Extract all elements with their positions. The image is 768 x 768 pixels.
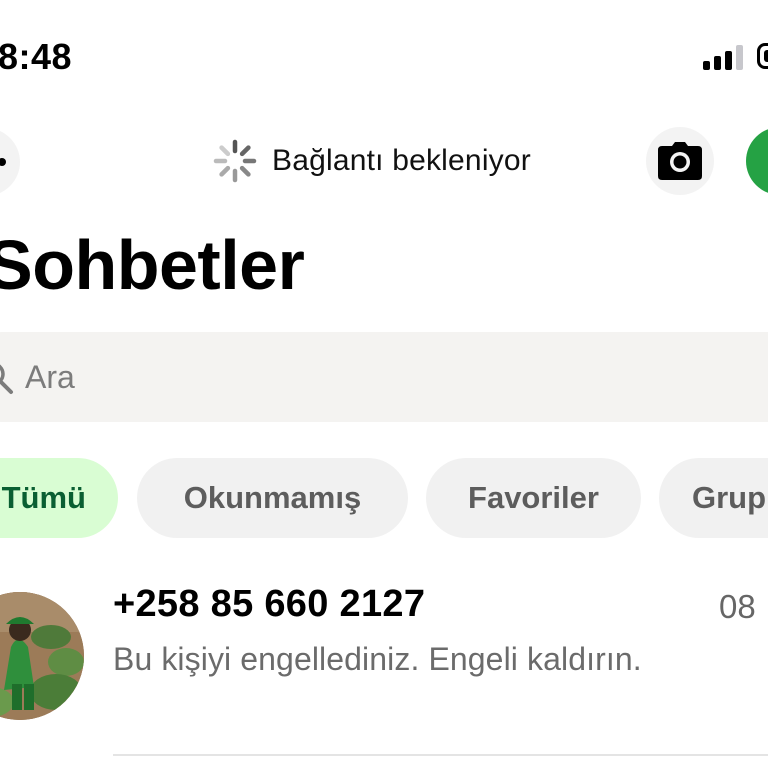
cellular-signal-icon: [703, 44, 743, 70]
camera-icon: [658, 142, 702, 180]
new-chat-button[interactable]: [746, 127, 768, 195]
chat-divider: [113, 754, 768, 756]
battery-icon: [757, 43, 768, 69]
more-options-button[interactable]: [0, 128, 20, 196]
filter-chip-groups[interactable]: Grup: [659, 458, 768, 538]
chats-screen: 8:48 Bağlantı bekleniyor Sohbetler Ara T…: [0, 0, 768, 768]
connection-status-text: Bağlantı bekleniyor: [272, 144, 531, 177]
status-time: 8:48: [0, 36, 73, 77]
connection-status: Bağlantı bekleniyor: [212, 138, 531, 184]
avatar-photo: [0, 592, 84, 720]
filter-chip-all[interactable]: Tümü: [0, 458, 118, 538]
search-input[interactable]: [25, 332, 625, 422]
filter-chip-favorites[interactable]: Favoriler: [426, 458, 641, 538]
filter-chip-unread[interactable]: Okunmamış: [137, 458, 408, 538]
page-title: Sohbetler: [0, 226, 305, 304]
camera-button[interactable]: [646, 127, 714, 195]
chat-timestamp: 08: [719, 588, 756, 625]
search-icon: [0, 364, 13, 394]
more-icon: [0, 158, 6, 166]
chat-name: +258 85 660 2127: [113, 583, 426, 625]
chat-list-item[interactable]: +258 85 660 2127 08 Bu kişiyi engelledin…: [0, 580, 768, 755]
search-bar[interactable]: [0, 332, 768, 422]
spinner-icon: [213, 139, 257, 183]
avatar: [0, 592, 84, 720]
chat-preview: Bu kişiyi engellediniz. Engeli kaldırın.: [113, 641, 642, 677]
